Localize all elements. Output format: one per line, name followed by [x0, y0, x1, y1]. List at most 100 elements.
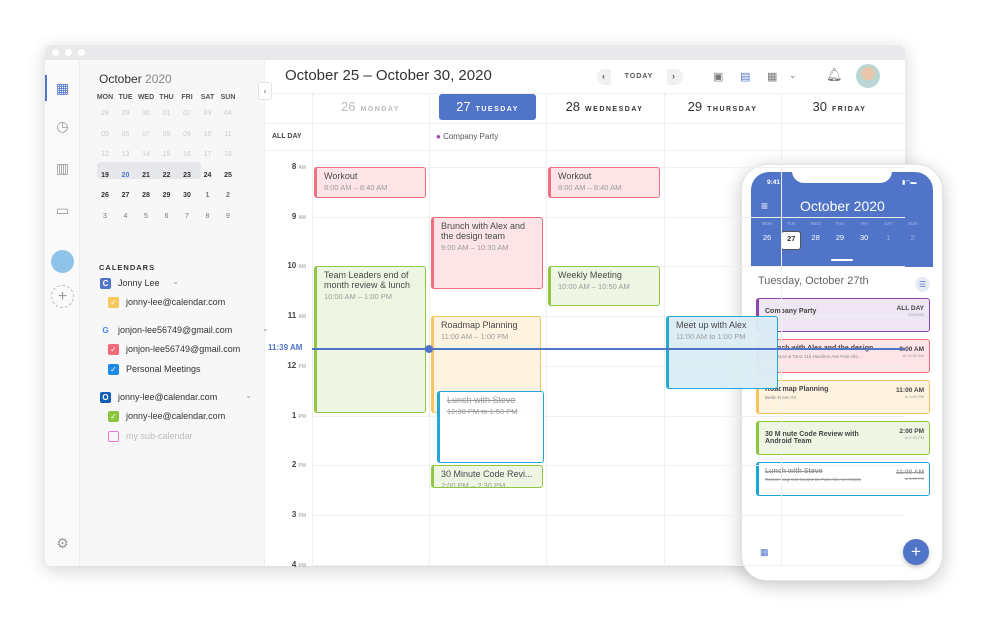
calendar-item-label[interactable]: Personal Meetings [126, 364, 201, 374]
today-button[interactable]: TODAY [611, 69, 667, 85]
mini-calendar-day[interactable]: 6 [157, 210, 177, 224]
mini-calendar-day[interactable]: 08 [157, 128, 177, 142]
account-chevron-down-icon[interactable]: ⌄ [245, 391, 252, 400]
calendar-event[interactable]: Team Leaders end of month review & lunch… [314, 266, 426, 414]
phone-event-card[interactable]: Company Party ALL DAY 10/29/20 [756, 298, 930, 332]
week-view-icon[interactable]: ▤ [740, 70, 750, 83]
mini-calendar-day[interactable]: 1 [198, 189, 218, 203]
mini-calendar-day[interactable]: 05 [95, 128, 115, 142]
mini-calendar-day[interactable]: 06 [116, 128, 136, 142]
mini-calendar-day[interactable]: 21 [136, 169, 156, 183]
mini-calendar-day[interactable]: 9 [218, 210, 238, 224]
calendar-event[interactable]: Brunch with Alex and the design team 9:00… [431, 216, 543, 290]
mini-calendar-day[interactable]: 19 [95, 169, 115, 183]
window-close-button[interactable] [52, 49, 59, 56]
mini-calendar-day[interactable]: 28 [136, 189, 156, 203]
mini-calendar-day[interactable]: 16 [177, 148, 197, 162]
month-view-icon[interactable]: ▦ [767, 70, 777, 83]
phone-date[interactable]: 2 [903, 231, 923, 250]
day-header-monday[interactable]: 26 MONDAY [312, 94, 429, 120]
calendar-checkbox[interactable]: ✓ [108, 411, 119, 422]
mini-calendar-day[interactable]: 27 [116, 189, 136, 203]
add-workspace-icon[interactable]: + [51, 285, 74, 308]
calendar-event[interactable]: Lunch with Steve 12:30 PM to 1:50 PM [437, 390, 544, 464]
settings-gear-icon[interactable]: ⚙ [54, 535, 71, 552]
view-dropdown-chevron-icon[interactable]: ⌄ [789, 70, 797, 81]
previous-week-button[interactable]: ‹ [602, 71, 606, 81]
mini-calendar-day[interactable]: 5 [136, 210, 156, 224]
contacts-icon[interactable]: ▭ [54, 202, 71, 219]
phone-date[interactable]: 28 [806, 231, 826, 250]
mini-calendar-day[interactable]: 28 [95, 107, 115, 121]
calendar-checkbox[interactable] [108, 431, 119, 442]
phone-calendar-icon[interactable]: ▦ [760, 547, 769, 558]
calendar-event[interactable]: Workout 8:00 AM – 8:40 AM [314, 167, 426, 199]
calendar-item-label[interactable]: jonny-lee@calendar.com [126, 411, 225, 421]
mini-calendar-day[interactable]: 26 [95, 189, 115, 203]
mini-calendar-day[interactable]: 17 [198, 148, 218, 162]
mini-calendar-day[interactable]: 13 [116, 148, 136, 162]
day-header-friday[interactable]: 30 FRIDAY [781, 94, 898, 120]
window-minimize-button[interactable] [65, 49, 72, 56]
mini-calendar-day[interactable]: 10 [198, 128, 218, 142]
mini-calendar-day[interactable]: 11 [218, 128, 238, 142]
mini-calendar-day[interactable]: 09 [177, 128, 197, 142]
next-week-button[interactable]: › [672, 71, 676, 81]
mini-calendar-day[interactable]: 30 [177, 189, 197, 203]
collapse-sidebar-button[interactable]: ‹ [258, 82, 272, 100]
mini-calendar-day[interactable]: 23 [177, 169, 197, 183]
day-header-wednesday[interactable]: 28 WEDNESDAY [546, 94, 663, 120]
mini-calendar-day[interactable]: 7 [177, 210, 197, 224]
mini-calendar-day[interactable]: 14 [136, 148, 156, 162]
mini-calendar-day[interactable]: 29 [157, 189, 177, 203]
calendar-account-name[interactable]: Jonny Lee [118, 278, 160, 288]
phone-date[interactable]: 27 [781, 231, 802, 250]
mini-calendar-day[interactable]: 12 [95, 148, 115, 162]
phone-event-card[interactable]: 30 Minute Code Review with Android Team 2… [756, 421, 930, 455]
phone-menu-icon[interactable]: ≡ [761, 199, 768, 213]
mini-calendar-day[interactable]: 07 [136, 128, 156, 142]
mini-calendar-day[interactable]: 3 [95, 210, 115, 224]
calendar-event[interactable]: Meet up with Alex 11:00 AM to 1:00 PM [666, 316, 778, 389]
mini-calendar-day[interactable]: 20 [116, 169, 136, 183]
phone-date[interactable]: 29 [830, 231, 850, 250]
calendar-account-name[interactable]: jonjon-lee56749@gmail.com [118, 325, 232, 335]
mini-calendar-day[interactable]: 24 [198, 169, 218, 183]
mini-calendar-day[interactable]: 29 [116, 107, 136, 121]
add-event-button[interactable]: + [903, 539, 929, 565]
calendar-account-name[interactable]: jonny-lee@calendar.com [118, 392, 217, 402]
calendar-event[interactable]: 30 Minute Code Revi... 2:00 PM – 2:30 PM [431, 465, 543, 489]
calendar-checkbox[interactable]: ✓ [108, 297, 119, 308]
calendar-item-label[interactable]: jonjon-lee56749@gmail.com [126, 344, 240, 354]
notifications-bell-icon[interactable]: 🔔︎ [826, 67, 843, 83]
phone-event-card[interactable]: Roadmap Planning Berlin Room #3 11:00 AM to… [756, 380, 930, 414]
phone-date[interactable]: 26 [757, 231, 777, 250]
calendar-event[interactable]: Workout 8:00 AM – 8:40 AM [548, 167, 660, 199]
phone-date[interactable]: 1 [879, 231, 899, 250]
day-view-icon[interactable]: ▣ [713, 70, 723, 83]
day-header-thursday[interactable]: 29 THURSDAY [664, 94, 781, 120]
drag-handle[interactable] [831, 259, 853, 261]
calendar-item-label[interactable]: jonny-lee@calendar.com [126, 297, 225, 307]
calendar-item-label[interactable]: my sub-calendar [126, 431, 193, 441]
mini-calendar-day[interactable]: 03 [198, 107, 218, 121]
calendar-checkbox[interactable]: ✓ [108, 364, 119, 375]
list-view-icon[interactable]: ☰ [915, 277, 930, 292]
mini-calendar-day[interactable]: 22 [157, 169, 177, 183]
calendar-icon[interactable]: ▦ [54, 80, 71, 97]
workspace-avatar[interactable] [51, 250, 74, 273]
calendar-checkbox[interactable]: ✓ [108, 344, 119, 355]
calendar-event[interactable]: Weekly Meeting 10:00 AM – 10:50 AM [548, 266, 660, 306]
account-chevron-down-icon[interactable]: ⌄ [172, 277, 179, 286]
phone-date[interactable]: 30 [854, 231, 874, 250]
mini-calendar-day[interactable]: 15 [157, 148, 177, 162]
analytics-icon[interactable]: ▥ [54, 160, 71, 177]
clock-icon[interactable]: ◷ [54, 118, 71, 135]
mini-calendar-day[interactable]: 4 [116, 210, 136, 224]
allday-event-company-party[interactable]: ● Company Party [436, 132, 498, 141]
phone-event-card[interactable]: Brunch with Alex and the design...Teaqua… [756, 339, 930, 373]
mini-calendar-day[interactable]: 30 [136, 107, 156, 121]
mini-calendar-day[interactable]: 01 [157, 107, 177, 121]
mini-calendar-day[interactable]: 2 [218, 189, 238, 203]
mini-calendar-day[interactable]: 02 [177, 107, 197, 121]
